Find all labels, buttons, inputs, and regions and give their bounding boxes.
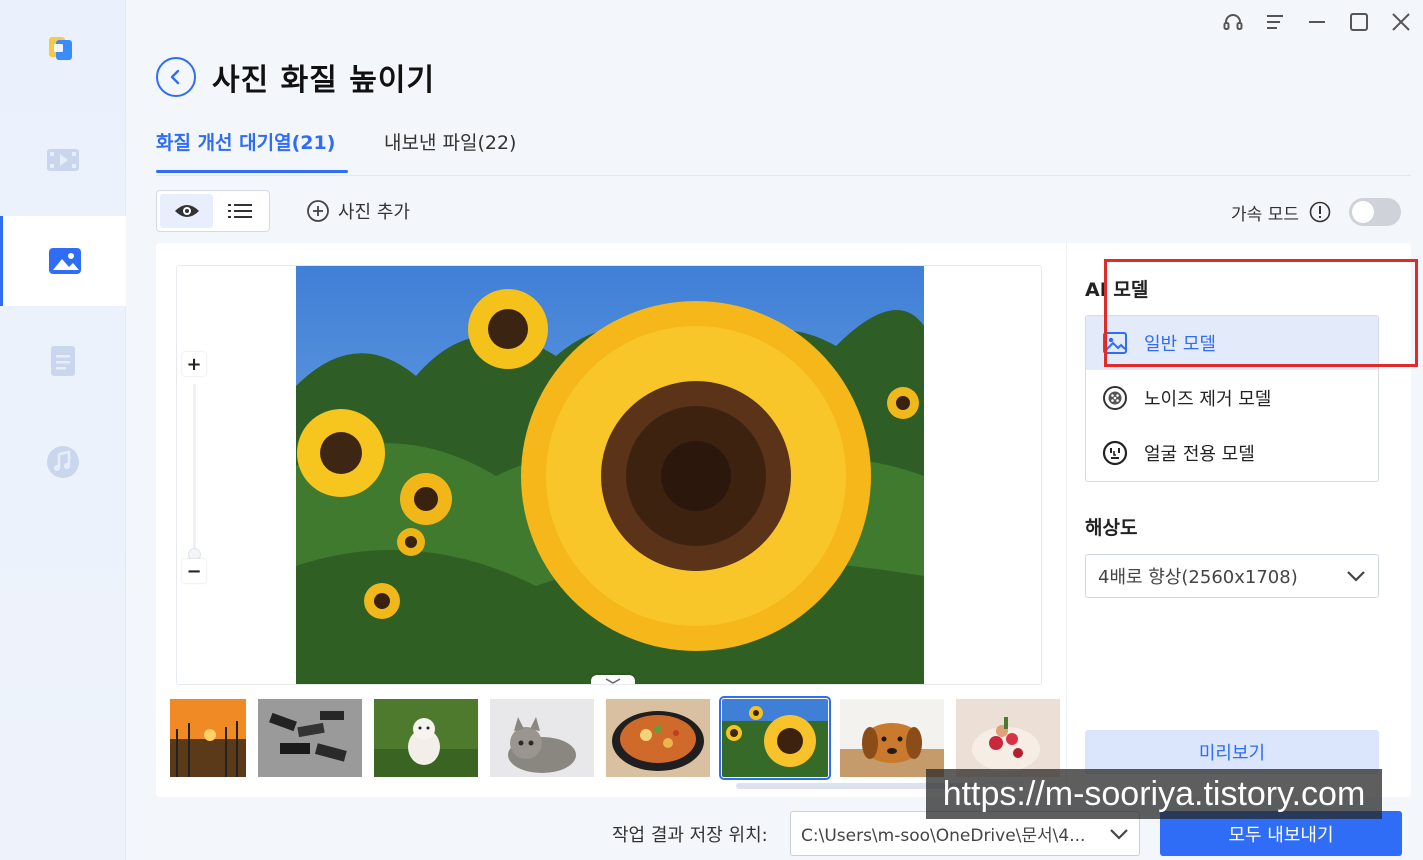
- thumbnail-usb-drives[interactable]: [258, 699, 362, 777]
- thumbnail-sunflowers[interactable]: [719, 696, 831, 780]
- model-option-face-label: 얼굴 전용 모델: [1144, 444, 1255, 465]
- accel-mode: 가속 모드: [1231, 198, 1401, 226]
- image-preview: + −: [176, 265, 1042, 685]
- preview-view-button[interactable]: [160, 194, 213, 228]
- thumbnail-white-puppy[interactable]: [374, 699, 478, 777]
- zoom-out-button[interactable]: −: [182, 559, 206, 583]
- tab-queue[interactable]: 화질 개선 대기열(21): [156, 128, 335, 155]
- preview-photo-sunflowers: [296, 266, 924, 684]
- tab-bar: 화질 개선 대기열(21) 내보낸 파일(22): [156, 124, 1411, 176]
- chevron-down-icon: [1347, 571, 1365, 582]
- resolution-select[interactable]: 4배로 향상(2560x1708): [1085, 554, 1379, 598]
- add-photo-label: 사진 추가: [338, 202, 410, 223]
- main-area: 사진 화질 높이기 화질 개선 대기열(21) 내보낸 파일(22) 사진 추가…: [126, 0, 1423, 860]
- window-controls: [1221, 10, 1413, 34]
- add-photo-button[interactable]: 사진 추가: [306, 198, 410, 224]
- model-option-denoise-label: 노이즈 제거 모델: [1144, 389, 1272, 410]
- eye-icon: [174, 205, 199, 217]
- save-location-path: C:\Users\m-soo\OneDrive\문서\4...: [801, 826, 1086, 846]
- zoom-control: + −: [182, 352, 210, 602]
- list-icon: [227, 204, 252, 218]
- workspace-card: + − AI 모델 일반 모델 노이즈 제거 모델 얼굴 전용 모델 해상도 4…: [156, 243, 1418, 797]
- minimize-icon[interactable]: [1305, 10, 1329, 34]
- video-icon: [47, 149, 79, 171]
- sidebar-item-video[interactable]: [0, 115, 126, 205]
- thumbnail-sunset-lake[interactable]: [170, 699, 246, 777]
- noise-icon: [1103, 386, 1127, 410]
- menu-icon[interactable]: [1263, 10, 1287, 34]
- tab-active-indicator: [156, 170, 348, 173]
- plus-circle-icon: [307, 200, 329, 222]
- watermark: https://m-sooriya.tistory.com: [926, 769, 1382, 819]
- accel-mode-label: 가속 모드: [1231, 204, 1299, 225]
- sidebar: [0, 0, 126, 860]
- thumbnail-dessert[interactable]: [956, 699, 1060, 777]
- zoom-track[interactable]: [193, 384, 196, 564]
- chevron-down-icon: [1110, 828, 1128, 840]
- document-icon: [51, 346, 75, 376]
- page-title: 사진 화질 높이기: [212, 63, 436, 98]
- resolution-heading: 해상도: [1085, 517, 1138, 539]
- model-option-denoise[interactable]: 노이즈 제거 모델: [1086, 371, 1378, 425]
- sidebar-item-document[interactable]: [0, 316, 126, 406]
- chevron-down-icon: [605, 678, 621, 684]
- sidebar-item-music[interactable]: [0, 417, 126, 507]
- close-icon[interactable]: [1389, 10, 1413, 34]
- sidebar-item-photo[interactable]: [0, 216, 126, 306]
- zoom-in-button[interactable]: +: [182, 352, 206, 376]
- thumbnail-kitten[interactable]: [490, 699, 594, 777]
- photo-icon: [48, 248, 81, 274]
- model-option-face[interactable]: 얼굴 전용 모델: [1086, 426, 1378, 480]
- info-icon[interactable]: [1309, 201, 1331, 223]
- app-logo: [46, 32, 76, 62]
- face-icon: [1102, 440, 1128, 466]
- maximize-icon[interactable]: [1347, 10, 1371, 34]
- music-icon: [47, 446, 79, 478]
- thumbnail-strip: [170, 696, 1060, 780]
- collapse-thumbnails-button[interactable]: [591, 675, 635, 684]
- thumbnail-fried-rice[interactable]: [606, 699, 710, 777]
- resolution-value: 4배로 향상(2560x1708): [1098, 567, 1298, 588]
- tab-exported[interactable]: 내보낸 파일(22): [384, 128, 516, 155]
- view-toggle: [156, 190, 270, 232]
- preview-button[interactable]: 미리보기: [1085, 730, 1379, 774]
- chevron-left-icon: [170, 69, 180, 85]
- back-button[interactable]: [156, 57, 196, 97]
- thumbnail-golden-puppy[interactable]: [840, 699, 944, 777]
- headset-icon[interactable]: [1221, 10, 1245, 34]
- accel-mode-toggle[interactable]: [1349, 198, 1401, 226]
- highlight-annotation: [1104, 259, 1418, 367]
- list-view-button[interactable]: [213, 194, 266, 228]
- save-location-label: 작업 결과 저장 위치:: [612, 825, 768, 846]
